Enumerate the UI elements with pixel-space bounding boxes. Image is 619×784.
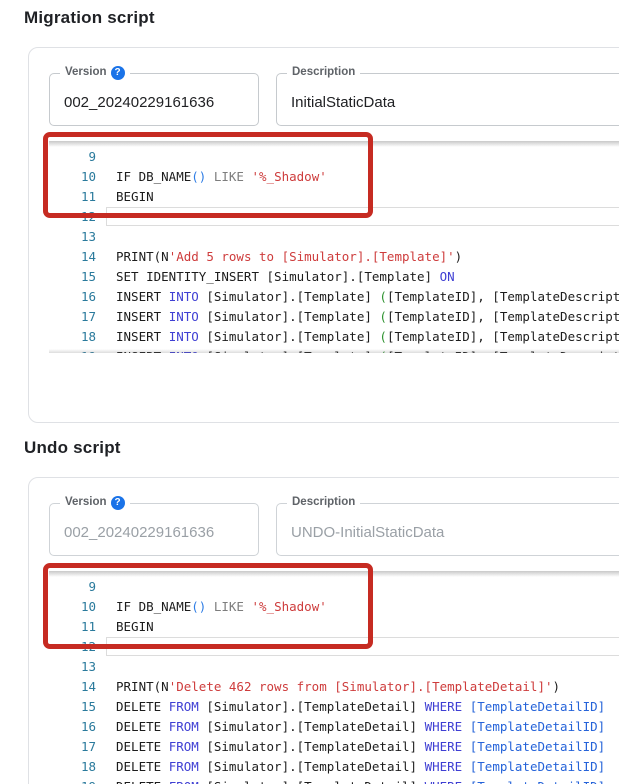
code-line: 18 DELETE FROM [Simulator].[TemplateDetai… [49, 757, 619, 777]
line-number: 17 [80, 739, 96, 754]
code-text: IF DB_NAME() LIKE '%_Shadow' [116, 599, 327, 614]
code-line: 9 [49, 147, 619, 167]
code-text: BEGIN [116, 619, 154, 634]
migration-script-heading: Migration script [24, 8, 155, 27]
editor-top-scroll-shadow [49, 141, 619, 147]
code-text: PRINT(N'Delete 462 rows from [Simulator]… [116, 679, 561, 694]
undo-code-editor[interactable]: 9 10 IF DB_NAME() LIKE '%_Shadow' 11 BEGIN 12… [49, 571, 619, 784]
code-line: 14 PRINT(N'Add 5 rows to [Simulator].[Tem… [49, 247, 619, 267]
code-text: DELETE FROM [Simulator].[TemplateDetail]… [116, 699, 606, 714]
description-input[interactable] [277, 74, 619, 125]
code-line: 13 [49, 657, 619, 677]
line-number: 14 [80, 249, 96, 264]
code-line: 17 DELETE FROM [Simulator].[TemplateDetai… [49, 737, 619, 757]
version-input[interactable] [50, 74, 258, 125]
code-text: INSERT INTO [Simulator].[Template] ([Tem… [116, 309, 619, 324]
description-field[interactable]: Description [276, 65, 619, 126]
code-line: 17 INSERT INTO [Simulator].[Template] ([T… [49, 307, 619, 327]
undo-script-card: Version ? Description 9 10 IF DB_NAME() LI… [28, 477, 619, 784]
line-number: 12 [80, 639, 96, 654]
line-number: 14 [80, 679, 96, 694]
code-line: 15 SET IDENTITY_INSERT [Simulator].[Templ… [49, 267, 619, 287]
code-text: DELETE FROM [Simulator].[TemplateDetail]… [116, 777, 605, 784]
code-line: 11 BEGIN [49, 187, 619, 207]
undo-description-field: Description [276, 495, 619, 556]
migration-script-card: Version ? Description 9 10 IF DB_NAME() LI… [28, 47, 619, 423]
code-line: 15 DELETE FROM [Simulator].[TemplateDetai… [49, 697, 619, 717]
code-line: 12 [49, 637, 619, 657]
code-line: 10 IF DB_NAME() LIKE '%_Shadow' [49, 167, 619, 187]
line-number: 11 [80, 619, 96, 634]
line-number: 18 [80, 759, 96, 774]
line-number: 15 [80, 699, 96, 714]
code-line: 12 [49, 207, 619, 227]
line-number: 11 [80, 189, 96, 204]
editor-bottom-fade [49, 349, 619, 353]
code-text: DELETE FROM [Simulator].[TemplateDetail]… [116, 759, 606, 774]
code-text: IF DB_NAME() LIKE '%_Shadow' [116, 169, 327, 184]
current-line-highlight [106, 207, 619, 226]
editor-top-scroll-shadow [49, 571, 619, 577]
code-text: INSERT INTO [Simulator].[Template] ([Tem… [116, 289, 619, 304]
code-line: 13 [49, 227, 619, 247]
code-line: 16 INSERT INTO [Simulator].[Template] ([T… [49, 287, 619, 307]
code-line: 18 INSERT INTO [Simulator].[Template] ([T… [49, 327, 619, 347]
code-text: BEGIN [116, 189, 154, 204]
code-line: 16 DELETE FROM [Simulator].[TemplateDetai… [49, 717, 619, 737]
code-text: INSERT INTO [Simulator].[Template] ([Tem… [116, 329, 619, 344]
line-number: 16 [80, 719, 96, 734]
code-line: 19 DELETE FROM [Simulator].[TemplateDetai… [49, 777, 619, 784]
code-text: DELETE FROM [Simulator].[TemplateDetail]… [116, 739, 606, 754]
version-field[interactable]: Version ? [49, 65, 259, 126]
undo-version-input [50, 504, 258, 555]
undo-description-input [277, 504, 619, 555]
code-line: 14 PRINT(N'Delete 462 rows from [Simulato… [49, 677, 619, 697]
code-line: 10 IF DB_NAME() LIKE '%_Shadow' [49, 597, 619, 617]
line-number: 12 [80, 209, 96, 224]
line-number: 17 [80, 309, 96, 324]
current-line-highlight [106, 637, 619, 656]
line-number: 9 [88, 579, 96, 594]
code-line: 9 [49, 577, 619, 597]
line-number: 16 [80, 289, 96, 304]
line-number: 18 [80, 329, 96, 344]
code-text: PRINT(N'Add 5 rows to [Simulator].[Templ… [116, 249, 463, 264]
undo-version-field: Version ? [49, 495, 259, 556]
line-number: 13 [80, 229, 96, 244]
line-number: 15 [80, 269, 96, 284]
undo-script-heading: Undo script [24, 438, 121, 457]
line-number: 10 [80, 169, 96, 184]
migration-code-editor[interactable]: 9 10 IF DB_NAME() LIKE '%_Shadow' 11 BEGIN 12… [49, 141, 619, 353]
code-text: DELETE FROM [Simulator].[TemplateDetail]… [116, 719, 606, 734]
line-number: 10 [80, 599, 96, 614]
line-number: 19 [49, 777, 96, 784]
line-number: 13 [80, 659, 96, 674]
code-line: 11 BEGIN [49, 617, 619, 637]
code-text: SET IDENTITY_INSERT [Simulator].[Templat… [116, 269, 455, 284]
line-number: 9 [88, 149, 96, 164]
